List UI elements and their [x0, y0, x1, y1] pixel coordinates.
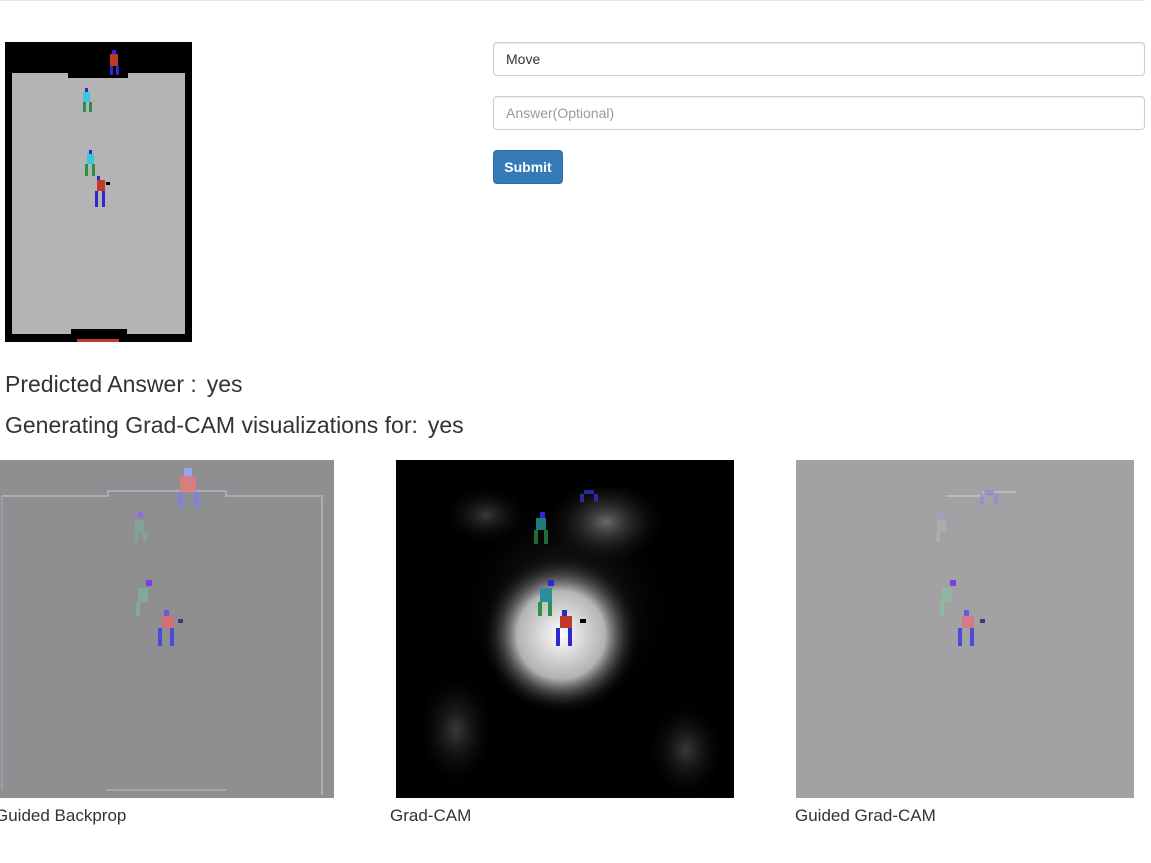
submit-button[interactable]: Submit [493, 150, 563, 184]
answer-input[interactable] [493, 96, 1145, 130]
input-game-image [5, 42, 192, 342]
grad-cam-image [396, 460, 734, 798]
guided-backprop-image [0, 460, 334, 798]
predicted-answer-label: Predicted Answer : [5, 371, 197, 397]
generating-value: yes [427, 412, 464, 438]
guided-grad-cam-image [796, 460, 1134, 798]
generating-line: Generating Grad-CAM visualizations for: y… [5, 412, 464, 439]
guided-backprop-caption: Guided Backprop [0, 806, 127, 825]
grad-cam-caption: Grad-CAM [390, 806, 472, 825]
guided-grad-cam-caption: Guided Grad-CAM [795, 806, 936, 825]
predicted-answer-line: Predicted Answer : yes [5, 371, 243, 398]
top-divider [0, 0, 1145, 1]
question-input[interactable] [493, 42, 1145, 76]
generating-label: Generating Grad-CAM visualizations for: [5, 412, 418, 438]
predicted-answer-value: yes [206, 371, 243, 397]
